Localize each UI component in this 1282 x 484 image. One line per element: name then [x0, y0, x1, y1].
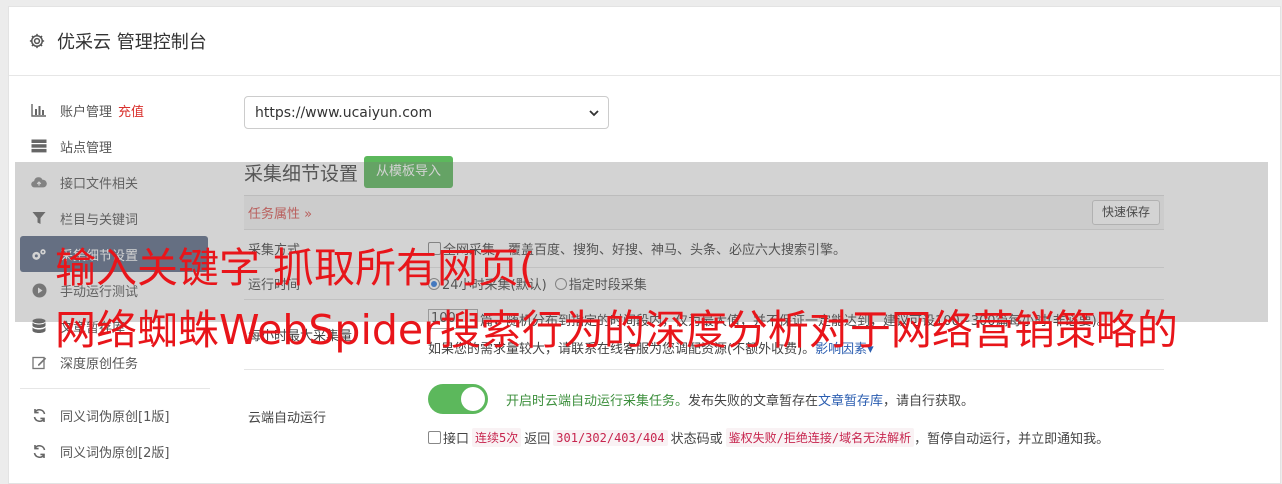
sidebar-item-label: 深度原创任务	[60, 356, 139, 372]
bar-chart-icon	[31, 102, 47, 118]
server-icon	[31, 138, 47, 154]
refresh-icon	[31, 443, 47, 459]
refresh-icon	[31, 407, 47, 423]
top-bar: 优采云 管理控制台	[9, 7, 1280, 76]
api-check-label: 接口	[443, 432, 470, 447]
chevron-down-icon	[589, 110, 599, 117]
row-label: 云端自动运行	[248, 410, 327, 426]
row-cloud-run: 云端自动运行 开启时云端自动运行采集任务。 发布失败的文章暂存在 文章暂存库 ，…	[244, 370, 1164, 462]
sidebar-item-label: 同义词伪原创[2版]	[60, 445, 170, 461]
sidebar-item-label: 同义词伪原创[1版]	[60, 409, 170, 425]
sidebar-item-label: 站点管理	[60, 140, 113, 156]
site-select-value: https://www.ucaiyun.com	[255, 104, 433, 121]
site-select[interactable]: https://www.ucaiyun.com	[244, 96, 609, 129]
sidebar-item-synonym-v2[interactable]: 同义词伪原创[2版]	[20, 433, 220, 469]
article-store-link[interactable]: 文章暂存库	[818, 390, 883, 409]
edit-icon	[31, 354, 47, 370]
sidebar-divider	[20, 388, 210, 389]
overlay-text-line1: 输入关键字 抓取所有网页(	[55, 244, 536, 292]
cloud-run-toggle[interactable]	[428, 384, 488, 414]
cloud-run-text-end: ，请自行获取。	[883, 393, 975, 409]
sidebar-item-synonym-v1[interactable]: 同义词伪原创[1版]	[20, 397, 220, 433]
cloud-run-green-text: 开启时云端自动运行采集任务。	[506, 393, 689, 409]
watermark-overlay	[15, 162, 1268, 322]
recharge-link[interactable]: 充值	[118, 101, 144, 120]
api-code-times: 连续5次	[472, 428, 522, 447]
api-text-status: 状态码或	[670, 432, 723, 447]
api-text-end: ，暂停自动运行，并立即通知我。	[914, 432, 1110, 447]
api-code-errors: 鉴权失败/拒绝连接/域名无法解析	[725, 428, 915, 447]
gear-icon	[29, 33, 45, 49]
cloud-run-text: 发布失败的文章暂存在	[688, 393, 819, 409]
page-title: 优采云 管理控制台	[57, 32, 207, 53]
sidebar-item-sites[interactable]: 站点管理	[20, 128, 220, 164]
api-text-return: 返回	[524, 432, 551, 447]
overlay-text-line2: 网络蜘蛛WebSpider搜索行为的深度分析对于网络营销策略的	[55, 306, 1178, 354]
api-code-status: 301/302/403/404	[553, 429, 668, 446]
sidebar-item-account[interactable]: 账户管理 充值	[20, 92, 220, 128]
api-pause-checkbox[interactable]	[428, 431, 441, 444]
sidebar-item-label: 账户管理	[60, 104, 113, 120]
